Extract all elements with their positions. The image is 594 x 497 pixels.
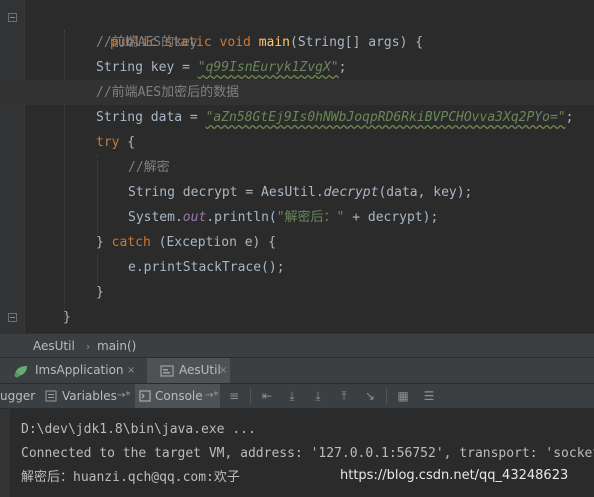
tab-label: Variables [62,389,117,403]
close-icon[interactable]: × [219,358,227,383]
code-declaration: String key = [96,60,198,75]
step-out-icon[interactable]: ⤒ [336,388,352,404]
tab-aesutil[interactable]: AesUtil × [147,358,230,383]
tab-label: ImsApplication [35,363,124,377]
code-semicolon: ; [338,60,347,75]
trace-icon[interactable]: ☰ [421,388,437,404]
code-line: e.printStackTrace(); [0,255,594,280]
evaluate-expression-icon[interactable]: ▦ [395,388,411,404]
code-comment: //前端AES加密后的数据 [96,85,240,100]
code-string-literal: "解密后：" [276,210,345,225]
code-declaration: String data = [96,110,206,125]
code-line: System.out.println("解密后：" + decrypt); [0,205,594,230]
code-keyword-try: try [96,135,120,150]
tab-label: ugger [0,389,36,403]
tab-label: AesUtil [179,363,221,377]
breadcrumb-class[interactable]: AesUtil [33,334,75,359]
code-line: String key = "q99IsnEuryk1ZvgX"; [0,55,594,80]
code-brace: } [96,285,104,300]
tab-label: Console [155,389,203,403]
toolbar-separator [386,388,387,404]
code-args: (data, key); [378,185,473,200]
code-string-data: "aZn58GtEj9Is0hNWbJoqpRD6RkiBVPCHOvva3Xq… [205,110,566,125]
tab-debugger[interactable]: ugger [0,384,38,408]
code-brace: } [96,235,112,250]
code-line: public static void main(String[] args) { [0,5,594,50]
step-over-icon[interactable]: ⤓ [284,388,300,404]
console-line: D:\dev\jdk1.8\bin\java.exe ... [21,422,256,437]
code-string-key: "q99IsnEuryk1ZvgX" [197,60,339,75]
code-semicolon: ; [565,110,574,125]
console-gutter [0,409,10,497]
code-static-call: decrypt [323,185,379,200]
tab-variables[interactable]: Variables →* [42,384,132,408]
menu-icon[interactable]: ≡ [226,388,242,404]
code-line: //解密 [0,155,594,180]
toolbar-separator [250,388,251,404]
spring-run-icon [14,366,27,378]
run-tabs-bar: ImsApplication × AesUtil × [0,358,594,384]
code-concat: + decrypt); [344,210,439,225]
chevron-right-icon: › [86,340,91,353]
console-line: 解密后：huanzi.qch@qq.com:欢子 [21,470,240,485]
code-declaration: String decrypt = AesUtil. [128,185,324,200]
code-statement: e.printStackTrace(); [128,260,285,275]
tab-imsapplication[interactable]: ImsApplication × [0,358,146,383]
code-catch-params: (Exception e) { [150,235,277,250]
code-editor[interactable]: public static void main(String[] args) {… [0,0,594,333]
run-to-cursor-icon[interactable]: ↘ [362,388,378,404]
code-line: } [0,305,594,330]
breadcrumb-method[interactable]: main() [97,334,136,359]
console-line: Connected to the target VM, address: '12… [21,446,594,461]
pin-tab-icon[interactable]: →* [117,384,130,408]
code-field-out: out [182,210,207,225]
console-output[interactable]: D:\dev\jdk1.8\bin\java.exe ... Connected… [0,409,594,497]
watermark: https://blog.csdn.net/qq_43248623 [340,468,569,483]
pin-tab-icon[interactable]: →* [205,384,218,408]
variables-icon [45,390,57,402]
code-brace: } [63,310,71,325]
tab-console[interactable]: Console →* [135,384,220,408]
code-line: //前端AES的key [0,30,594,55]
console-icon [139,390,151,402]
step-into-icon[interactable]: ⤓ [310,388,326,404]
breadcrumb: AesUtil › main() [0,333,594,358]
debug-toolbar: ugger Variables →* Console →* ≡ ⇤ ⤓ ⤓ ⤒ … [0,384,594,409]
code-comment: //解密 [128,160,170,175]
code-line: try { [0,130,594,155]
code-class-ref: System. [128,210,183,225]
code-line: String decrypt = AesUtil.decrypt(data, k… [0,180,594,205]
code-comment: //前端AES的key [96,35,198,50]
show-execution-point-icon[interactable]: ⇤ [259,388,275,404]
code-line: } catch (Exception e) { [0,230,594,255]
console-run-icon [160,365,174,377]
code-println: .println( [206,210,277,225]
code-line: String data = "aZn58GtEj9Is0hNWbJoqpRD6R… [0,105,594,130]
code-line: } [0,280,594,305]
code-brace: { [119,135,136,150]
close-icon[interactable]: × [127,358,135,383]
code-keyword-catch: catch [111,235,151,250]
code-line-current: //前端AES加密后的数据 [0,80,594,105]
